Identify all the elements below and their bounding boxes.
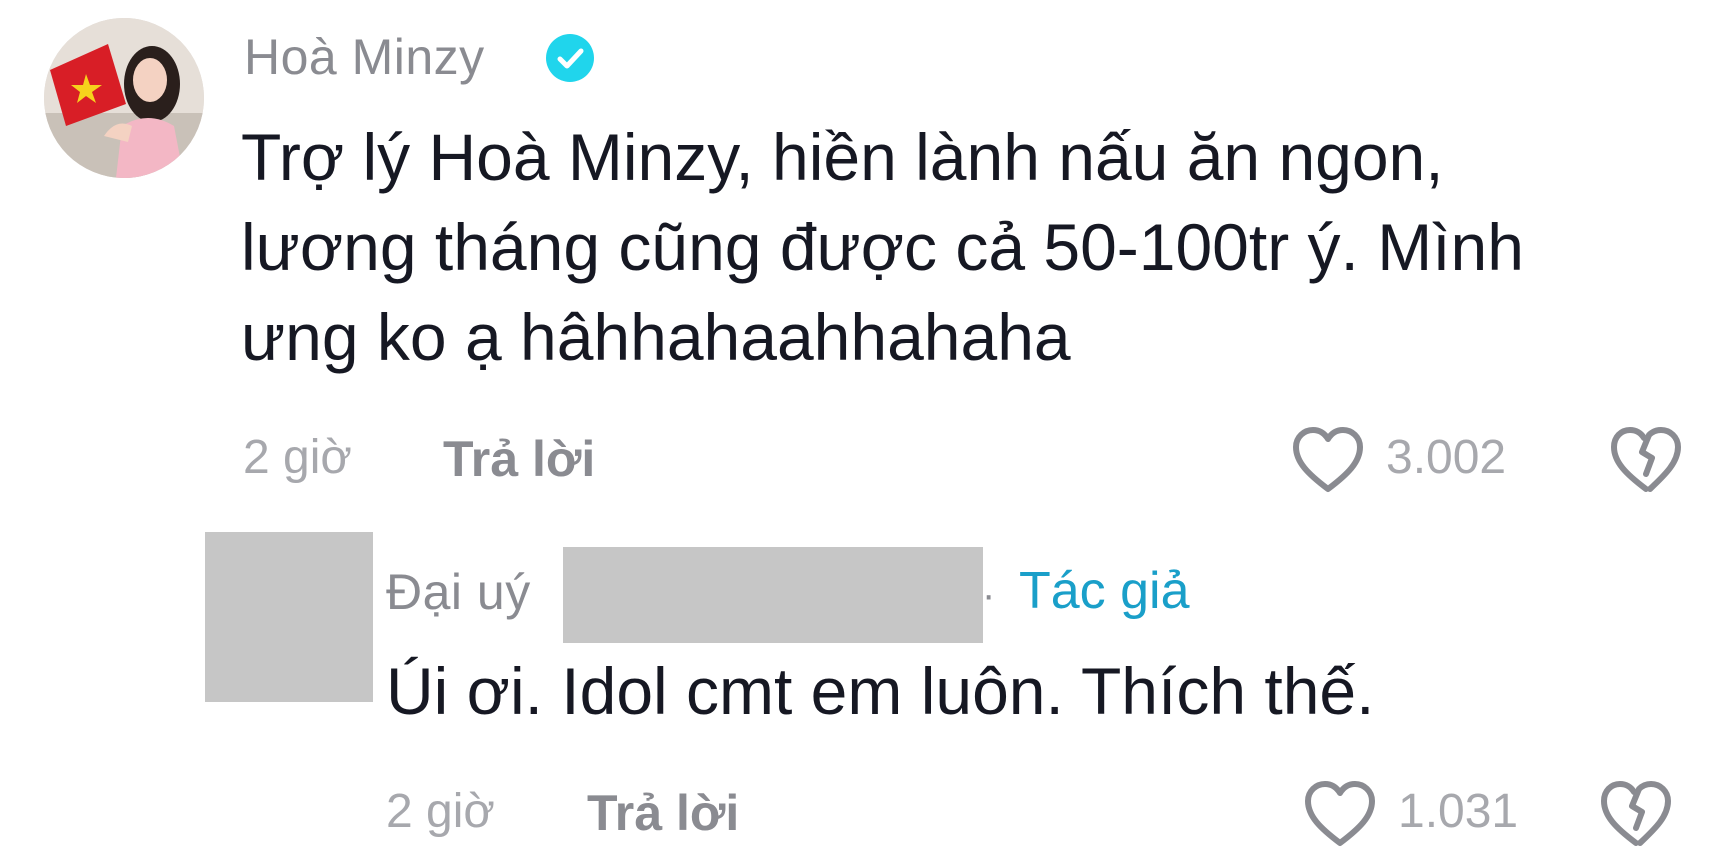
broken-heart-icon[interactable] [1598, 780, 1674, 848]
comment-text-line-2: lương tháng cũng được cả 50-100tr ý. Mìn… [241, 210, 1524, 284]
separator-dot: · [982, 573, 996, 617]
comment-username[interactable]: Hoà Minzy [244, 28, 485, 86]
redacted-username [563, 547, 983, 643]
broken-heart-icon[interactable] [1608, 426, 1684, 494]
comment-text-line-1: Trợ lý Hoà Minzy, hiền lành nấu ăn ngon, [241, 120, 1444, 194]
like-count: 3.002 [1386, 431, 1507, 484]
like-count: 1.031 [1398, 785, 1519, 838]
reply-username[interactable]: Đại uý [386, 563, 531, 621]
avatar-image [44, 18, 204, 178]
comment-timestamp: 2 giờ [243, 431, 352, 484]
heart-outline-icon[interactable] [1290, 426, 1366, 494]
comment-text-line-3: ưng ko ạ hâhhahaahhahaha [241, 300, 1071, 374]
reply-button[interactable]: Trả lời [443, 430, 595, 488]
reply-button[interactable]: Trả lời [587, 784, 739, 842]
heart-outline-icon[interactable] [1302, 780, 1378, 848]
avatar[interactable] [205, 532, 373, 702]
verified-check-icon [546, 34, 594, 82]
reply-timestamp: 2 giờ [386, 785, 495, 838]
avatar[interactable] [44, 18, 204, 178]
author-badge: Tác giả [1019, 562, 1190, 620]
reply-text: Úi ơi. Idol cmt em luôn. Thích thế. [386, 654, 1375, 728]
